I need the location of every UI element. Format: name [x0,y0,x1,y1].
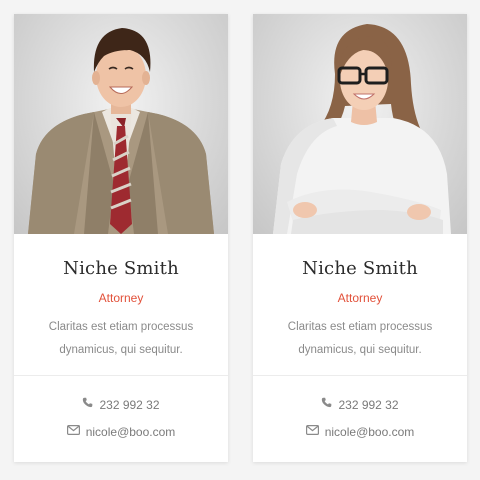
email-address: nicole@boo.com [324,424,415,439]
member-role: Attorney [98,291,144,305]
member-name: Niche Smith [63,258,179,279]
phone-number: 232 992 32 [338,397,399,412]
member-role: Attorney [337,291,383,305]
member-name: Niche Smith [302,258,418,279]
email-address: nicole@boo.com [85,424,176,439]
team-member-card: Niche Smith Attorney Claritas est etiam … [14,14,228,462]
member-description: Claritas est etiam processus dynamicus, … [287,321,433,356]
member-phone[interactable]: 232 992 32 [253,397,467,412]
phone-icon [321,397,332,411]
member-description: Claritas est etiam processus dynamicus, … [48,321,194,356]
team-member-photo [253,14,467,234]
member-phone[interactable]: 232 992 32 [14,397,228,412]
envelope-icon [305,424,319,438]
card-divider [253,375,467,376]
phone-icon [82,397,93,411]
member-email[interactable]: nicole@boo.com [14,424,228,439]
envelope-icon [66,424,80,438]
card-divider [14,375,228,376]
team-member-card: Niche Smith Attorney Claritas est etiam … [253,14,467,462]
member-email[interactable]: nicole@boo.com [253,424,467,439]
phone-number: 232 992 32 [99,397,160,412]
team-member-photo [14,14,228,234]
